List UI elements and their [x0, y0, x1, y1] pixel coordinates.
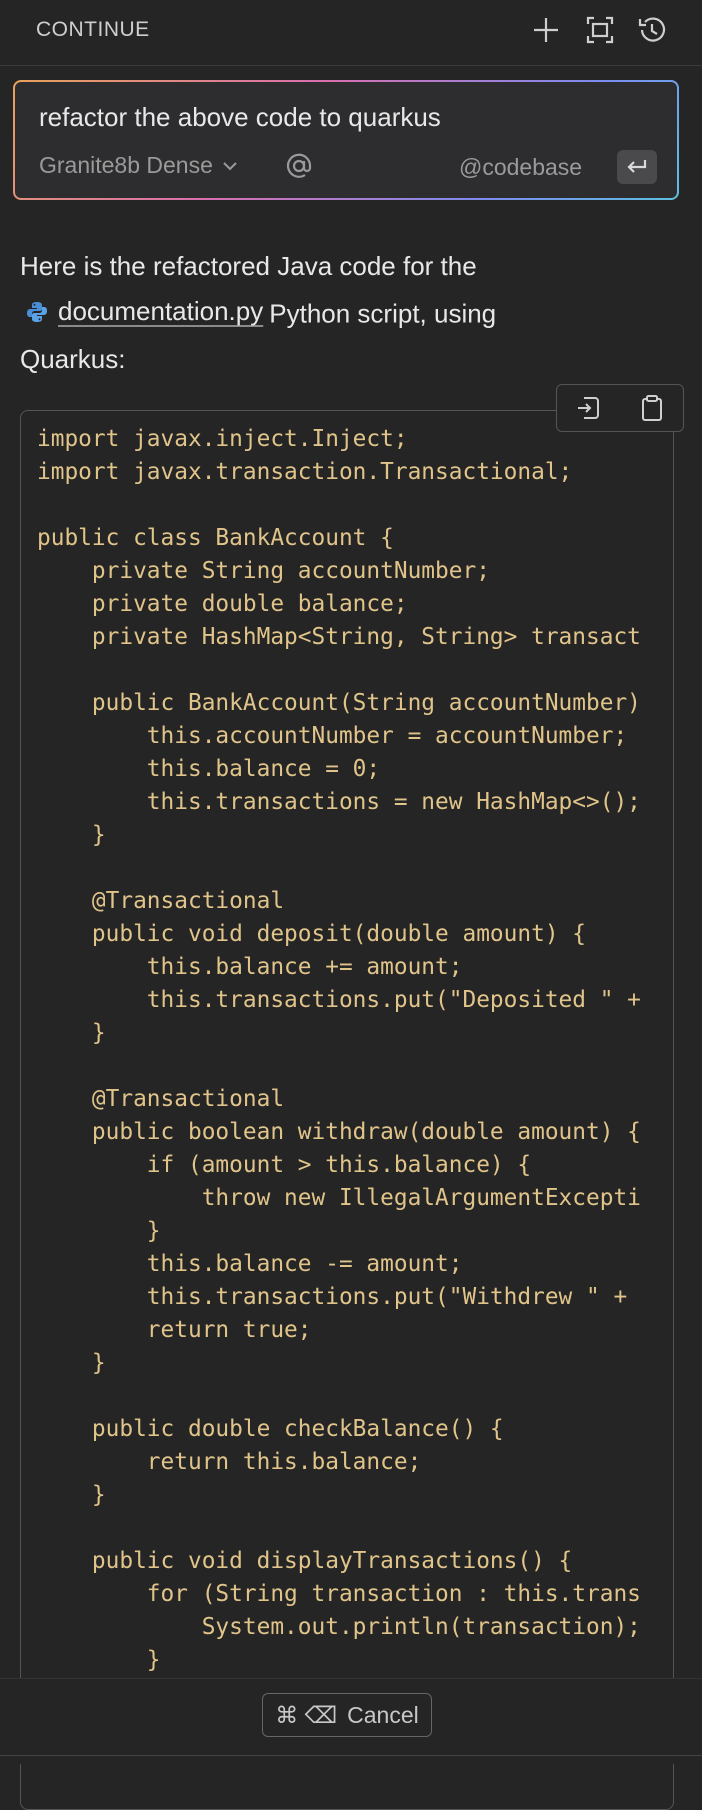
code-line: import javax.inject.Inject; — [37, 426, 408, 452]
code-actions-toolbar — [556, 384, 684, 432]
code-line: @Transactional — [91, 1086, 285, 1112]
insert-at-cursor-icon[interactable] — [574, 393, 604, 423]
code-line: } — [91, 1020, 106, 1046]
cancel-shortcut: ⌘ ⌫ — [275, 1701, 338, 1728]
code-line: this.balance = 0; — [146, 756, 381, 782]
copy-icon[interactable] — [637, 393, 667, 423]
submit-button[interactable] — [617, 150, 657, 184]
response-line-2-text: Python script, using — [269, 298, 497, 329]
divider — [0, 1755, 702, 1756]
code-line: return this.balance; — [146, 1449, 422, 1475]
code-line: for (String transaction : this.trans — [146, 1581, 641, 1607]
code-line: } — [146, 1218, 161, 1244]
code-line: public class BankAccount { — [37, 525, 394, 551]
code-block: import javax.inject.Inject; import javax… — [20, 410, 674, 1810]
code-line: this.accountNumber = accountNumber; — [146, 723, 628, 749]
code-line: public boolean withdraw(double amount) { — [91, 1119, 641, 1145]
code-line: import javax.transaction.Transactional; — [37, 459, 573, 485]
cancel-button[interactable]: ⌘ ⌫ Cancel — [262, 1693, 432, 1737]
chevron-down-icon — [223, 161, 237, 170]
assistant-response: Here is the refactored Java code for the… — [20, 244, 660, 382]
footer-bar: ⌘ ⌫ Cancel — [0, 1678, 702, 1764]
code-line: private HashMap<String, String> transact — [91, 624, 641, 650]
codebase-mention[interactable]: @codebase — [459, 154, 582, 181]
code-line: @Transactional — [91, 888, 285, 914]
model-name: Granite8b Dense — [39, 152, 213, 178]
history-icon[interactable] — [636, 14, 668, 46]
at-icon[interactable] — [283, 150, 315, 182]
code-line: } — [91, 1482, 106, 1508]
code-line: return true; — [146, 1317, 312, 1343]
code-line: } — [91, 1350, 106, 1376]
code-line: } — [91, 822, 106, 848]
response-line-2: documentation.py Python script, using — [20, 289, 660, 337]
code-line: this.transactions.put("Deposited " + — [146, 987, 641, 1013]
code-line: public BankAccount(String accountNumber) — [91, 690, 641, 716]
code-content: import javax.inject.Inject; import javax… — [37, 423, 641, 1677]
code-line: System.out.println(transaction); — [201, 1614, 641, 1640]
chat-input-box[interactable]: refactor the above code to quarkus Grani… — [13, 80, 679, 200]
python-icon — [27, 301, 47, 322]
enter-icon — [627, 160, 647, 173]
code-line: public void displayTransactions() { — [91, 1548, 573, 1574]
response-line-1: Here is the refactored Java code for the — [20, 251, 477, 281]
code-line: this.transactions = new HashMap<>(); — [146, 789, 641, 815]
code-line: private String accountNumber; — [91, 558, 490, 584]
code-line: public void deposit(double amount) { — [91, 921, 586, 947]
response-line-3: Quarkus: — [20, 343, 126, 374]
code-line: private double balance; — [91, 591, 408, 617]
code-line: } — [146, 1647, 161, 1673]
header-bar: CONTINUE — [0, 0, 702, 66]
file-chip[interactable]: documentation.py — [26, 289, 263, 334]
code-line: if (amount > this.balance) { — [146, 1152, 532, 1178]
cancel-label: Cancel — [347, 1701, 419, 1728]
model-select[interactable]: Granite8b Dense — [39, 152, 239, 179]
plus-icon[interactable] — [530, 14, 562, 46]
code-line: public double checkBalance() { — [91, 1416, 504, 1442]
code-line: this.balance -= amount; — [146, 1251, 463, 1277]
file-link[interactable]: documentation.py — [58, 289, 263, 334]
fullscreen-icon[interactable] — [584, 14, 616, 46]
code-line: this.balance += amount; — [146, 954, 463, 980]
code-line: throw new IllegalArgumentExcepti — [201, 1185, 641, 1211]
chat-input[interactable]: refactor the above code to quarkus — [39, 102, 441, 133]
code-line: this.transactions.put("Withdrew " + — [146, 1284, 628, 1310]
panel-title: CONTINUE — [36, 18, 150, 41]
